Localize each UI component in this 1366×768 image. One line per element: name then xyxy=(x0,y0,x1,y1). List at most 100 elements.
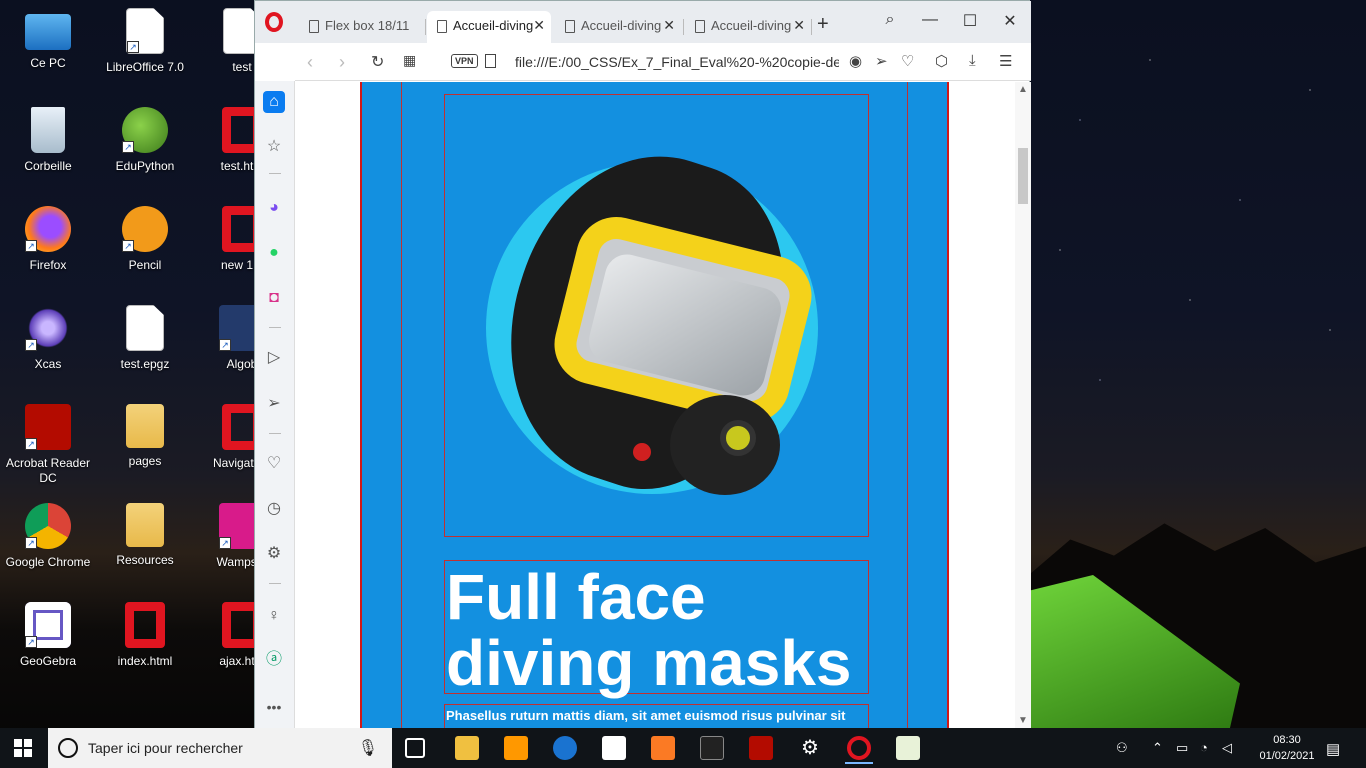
aria-icon[interactable]: ⓐ xyxy=(263,649,285,671)
desktop-icon-corbeille[interactable]: Corbeille xyxy=(0,107,96,174)
desktop-icon-test-epgz[interactable]: test.epgz xyxy=(97,305,193,372)
people-icon[interactable]: ⚇ xyxy=(1116,740,1128,756)
pencil-icon: ↗ xyxy=(122,206,168,252)
reload-icon[interactable]: ↻ xyxy=(371,52,384,72)
task-view-icon[interactable] xyxy=(405,738,425,758)
extensions-cube-icon[interactable]: ⬡ xyxy=(935,52,948,70)
desktop-icon-chrome[interactable]: ↗ Google Chrome xyxy=(0,503,96,570)
download-icon[interactable]: ⤓ xyxy=(969,52,976,69)
send-icon[interactable]: ➢ xyxy=(875,52,888,70)
tab-label: Accueil-diving xyxy=(581,18,662,33)
desktop-icon-label: LibreOffice 7.0 xyxy=(106,60,184,74)
acrobat-icon[interactable] xyxy=(749,736,773,760)
desktop-icon-label: Xcas xyxy=(34,357,62,371)
start-button[interactable] xyxy=(14,739,32,757)
desktop-icon-pencil[interactable]: ↗ Pencil xyxy=(97,206,193,273)
battery-icon[interactable]: ▭ xyxy=(1176,740,1188,756)
desktop-icon-label: Ce PC xyxy=(30,56,66,70)
history-clock-icon[interactable]: ◷ xyxy=(263,498,285,520)
sidebar-divider xyxy=(269,173,281,174)
scroll-down-icon[interactable]: ▼ xyxy=(1018,715,1028,726)
desktop-icon-index-html[interactable]: index.html xyxy=(97,602,193,669)
page-title: Full face diving masks xyxy=(444,560,869,696)
more-options-icon[interactable]: ••• xyxy=(263,696,285,718)
tab-separator xyxy=(425,19,426,35)
terminal-icon[interactable] xyxy=(700,736,724,760)
microphone-icon[interactable]: 🎙 xyxy=(358,738,378,758)
easy-setup-icon[interactable]: ☰ xyxy=(999,52,1012,70)
tab-flex-box[interactable]: Flex box 18/11 xyxy=(299,11,425,43)
speed-dial-icon[interactable]: ▦ xyxy=(403,52,416,69)
new-tab-button[interactable]: + xyxy=(817,13,829,36)
star-icon[interactable]: ☆ xyxy=(263,136,285,158)
heart-icon[interactable]: ♡ xyxy=(263,453,285,475)
settings-gear-icon[interactable]: ⚙ xyxy=(263,543,285,565)
desktop-icon-pages[interactable]: pages xyxy=(97,404,193,469)
close-window-button[interactable]: ✕ xyxy=(995,11,1025,31)
page-viewport: Full face diving masks Phasellus ruturn … xyxy=(295,82,1015,728)
notifications-icon[interactable]: ▤ xyxy=(1326,740,1340,758)
volume-muted-icon[interactable]: ◁ xyxy=(1222,740,1232,756)
whatsapp-icon[interactable]: ● xyxy=(263,242,285,264)
close-tab-icon[interactable]: ✕ xyxy=(533,17,545,34)
document-icon xyxy=(309,20,319,33)
maximize-button[interactable]: ☐ xyxy=(955,11,985,31)
forward-button[interactable]: › xyxy=(339,52,345,73)
lightbulb-icon[interactable]: ♀ xyxy=(263,605,285,627)
desktop-icon-resources[interactable]: Resources xyxy=(97,503,193,568)
tab-accueil-diving-3[interactable]: Accueil-diving ✕ xyxy=(685,11,811,43)
tab-search-icon[interactable]: ⌕ xyxy=(875,11,905,29)
system-clock[interactable]: 08:30 01/02/2021 xyxy=(1254,732,1320,764)
file-explorer-icon[interactable] xyxy=(455,736,479,760)
instagram-icon[interactable]: ◘ xyxy=(263,287,285,309)
opera-sidebar: ⌂ ☆ ◕ ● ◘ ▷ ➢ ♡ ◷ ⚙ ♀ ⓐ ••• xyxy=(255,81,295,729)
document-icon xyxy=(437,20,447,33)
bookmark-heart-icon[interactable]: ♡ xyxy=(901,52,914,70)
network-icon[interactable]: ◔ xyxy=(1200,740,1208,755)
taskbar-search[interactable]: Taper ici pour rechercher 🎙 xyxy=(48,728,392,768)
player-icon[interactable]: ▷ xyxy=(263,347,285,369)
edge-icon[interactable] xyxy=(553,736,577,760)
close-tab-icon[interactable]: ✕ xyxy=(663,17,675,34)
tab-label: Accueil-diving xyxy=(453,18,534,33)
desktop-icon-libreoffice[interactable]: ↗ LibreOffice 7.0 xyxy=(97,8,193,75)
recycle-bin-icon xyxy=(31,107,65,153)
back-button[interactable]: ‹ xyxy=(307,52,313,73)
sublime-text-icon[interactable] xyxy=(504,736,528,760)
show-hidden-icons[interactable]: ⌃ xyxy=(1152,740,1163,756)
file-icon xyxy=(485,54,496,68)
messenger-icon[interactable]: ◕ xyxy=(263,197,285,219)
scrollbar-thumb[interactable] xyxy=(1018,148,1028,204)
page-scrollbar[interactable]: ▲ ▼ xyxy=(1015,82,1031,728)
page-paragraph: Phasellus ruturn mattis diam, sit amet e… xyxy=(444,704,869,728)
scroll-up-icon[interactable]: ▲ xyxy=(1018,84,1028,95)
desktop-icon-geogebra[interactable]: ↗ GeoGebra xyxy=(0,602,96,669)
desktop-icon-edupython[interactable]: ↗ EduPython xyxy=(97,107,193,174)
tab-separator xyxy=(811,19,812,35)
document-icon xyxy=(565,20,575,33)
opera-icon[interactable] xyxy=(845,736,873,764)
opera-menu-icon[interactable] xyxy=(265,12,283,32)
desktop-icon-label: Pencil xyxy=(128,258,162,272)
desktop-icon-ce-pc[interactable]: Ce PC xyxy=(0,8,96,71)
windows-taskbar: Taper ici pour rechercher 🎙 ⚙ ⚇ ⌃ ▭ ◔ ◁ … xyxy=(0,728,1366,768)
desktop-icon-xcas[interactable]: ↗ Xcas xyxy=(0,305,96,372)
home-icon[interactable]: ⌂ xyxy=(263,91,285,113)
desktop-icon-firefox[interactable]: ↗ Firefox xyxy=(0,206,96,273)
desktop-icon-label: Acrobat Reader DC xyxy=(5,456,91,485)
notepad-icon[interactable] xyxy=(896,736,920,760)
7zip-icon[interactable] xyxy=(602,736,626,760)
tab-accueil-diving-active[interactable]: Accueil-diving ✕ xyxy=(427,11,551,43)
send-icon[interactable]: ➢ xyxy=(263,393,285,415)
xampp-icon[interactable] xyxy=(651,736,675,760)
sidebar-divider xyxy=(269,583,281,584)
desktop-icon-acrobat[interactable]: ↗ Acrobat Reader DC xyxy=(0,404,96,486)
url-field[interactable]: file:///E:/00_CSS/Ex_7_Final_Eval%20-%20… xyxy=(515,54,839,70)
vpn-badge[interactable]: VPN xyxy=(451,54,478,68)
close-tab-icon[interactable]: ✕ xyxy=(793,17,805,34)
desktop-icon-label: Firefox xyxy=(29,258,67,272)
minimize-button[interactable]: — xyxy=(915,11,945,29)
tab-accueil-diving-2[interactable]: Accueil-diving ✕ xyxy=(555,11,681,43)
snapshot-icon[interactable]: ◉ xyxy=(849,52,862,70)
settings-icon[interactable]: ⚙ xyxy=(798,736,822,760)
